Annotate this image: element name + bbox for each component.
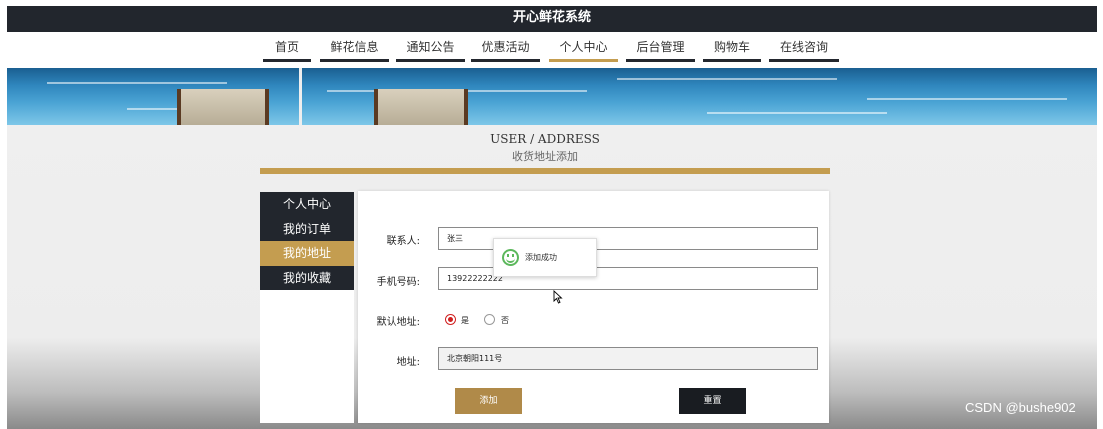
address-input[interactable]: 北京朝阳111号 [438,347,818,370]
section-title-en: USER / ADDRESS [490,132,600,146]
success-toast: 添加成功 [493,238,597,277]
user-sidebar: 个人中心 我的订单 我的地址 我的收藏 [260,192,354,423]
default-yes-label: 是 [461,316,469,325]
nav-admin[interactable]: 后台管理 [626,40,695,62]
site-title: 开心鲜花系统 [512,10,591,25]
beach-banner [7,68,1097,125]
reset-button[interactable]: 重置 [679,388,746,414]
title-divider [260,168,830,174]
nav-home[interactable]: 首页 [263,40,311,62]
sidebar-item-address[interactable]: 我的地址 [260,241,354,266]
phone-label: 手机号码: [376,277,420,288]
address-form: 联系人: 张三 手机号码: 13922222222 默认地址: 是 否 地址: … [358,191,829,423]
sidebar-item-user-center[interactable]: 个人中心 [260,192,354,217]
umbrella-pole [299,68,302,125]
smile-icon [502,249,519,266]
address-label: 地址: [396,357,420,368]
site-header: 开心鲜花系统 [7,6,1097,32]
nav-consult[interactable]: 在线咨询 [769,40,839,62]
toast-message: 添加成功 [525,253,557,262]
default-yes-radio[interactable] [445,314,456,325]
contact-label: 联系人: [386,236,420,247]
nav-cart[interactable]: 购物车 [703,40,761,62]
nav-promotions[interactable]: 优惠活动 [471,40,540,62]
sidebar-item-favorites[interactable]: 我的收藏 [260,265,354,290]
section-title-cn: 收货地址添加 [512,150,578,163]
beach-chair [177,89,269,125]
beach-chair [374,89,468,125]
default-no-label: 否 [501,316,509,325]
nav-flowers[interactable]: 鲜花信息 [320,40,389,62]
default-address-label: 默认地址: [376,317,420,328]
default-no-radio[interactable] [484,314,495,325]
add-button[interactable]: 添加 [455,388,522,414]
nav-notices[interactable]: 通知公告 [396,40,465,62]
nav-user-center[interactable]: 个人中心 [549,40,618,62]
sidebar-item-orders[interactable]: 我的订单 [260,216,354,241]
watermark: CSDN @bushe902 [965,400,1076,415]
main-nav: 首页 鲜花信息 通知公告 优惠活动 个人中心 后台管理 购物车 在线咨询 [7,32,1097,68]
